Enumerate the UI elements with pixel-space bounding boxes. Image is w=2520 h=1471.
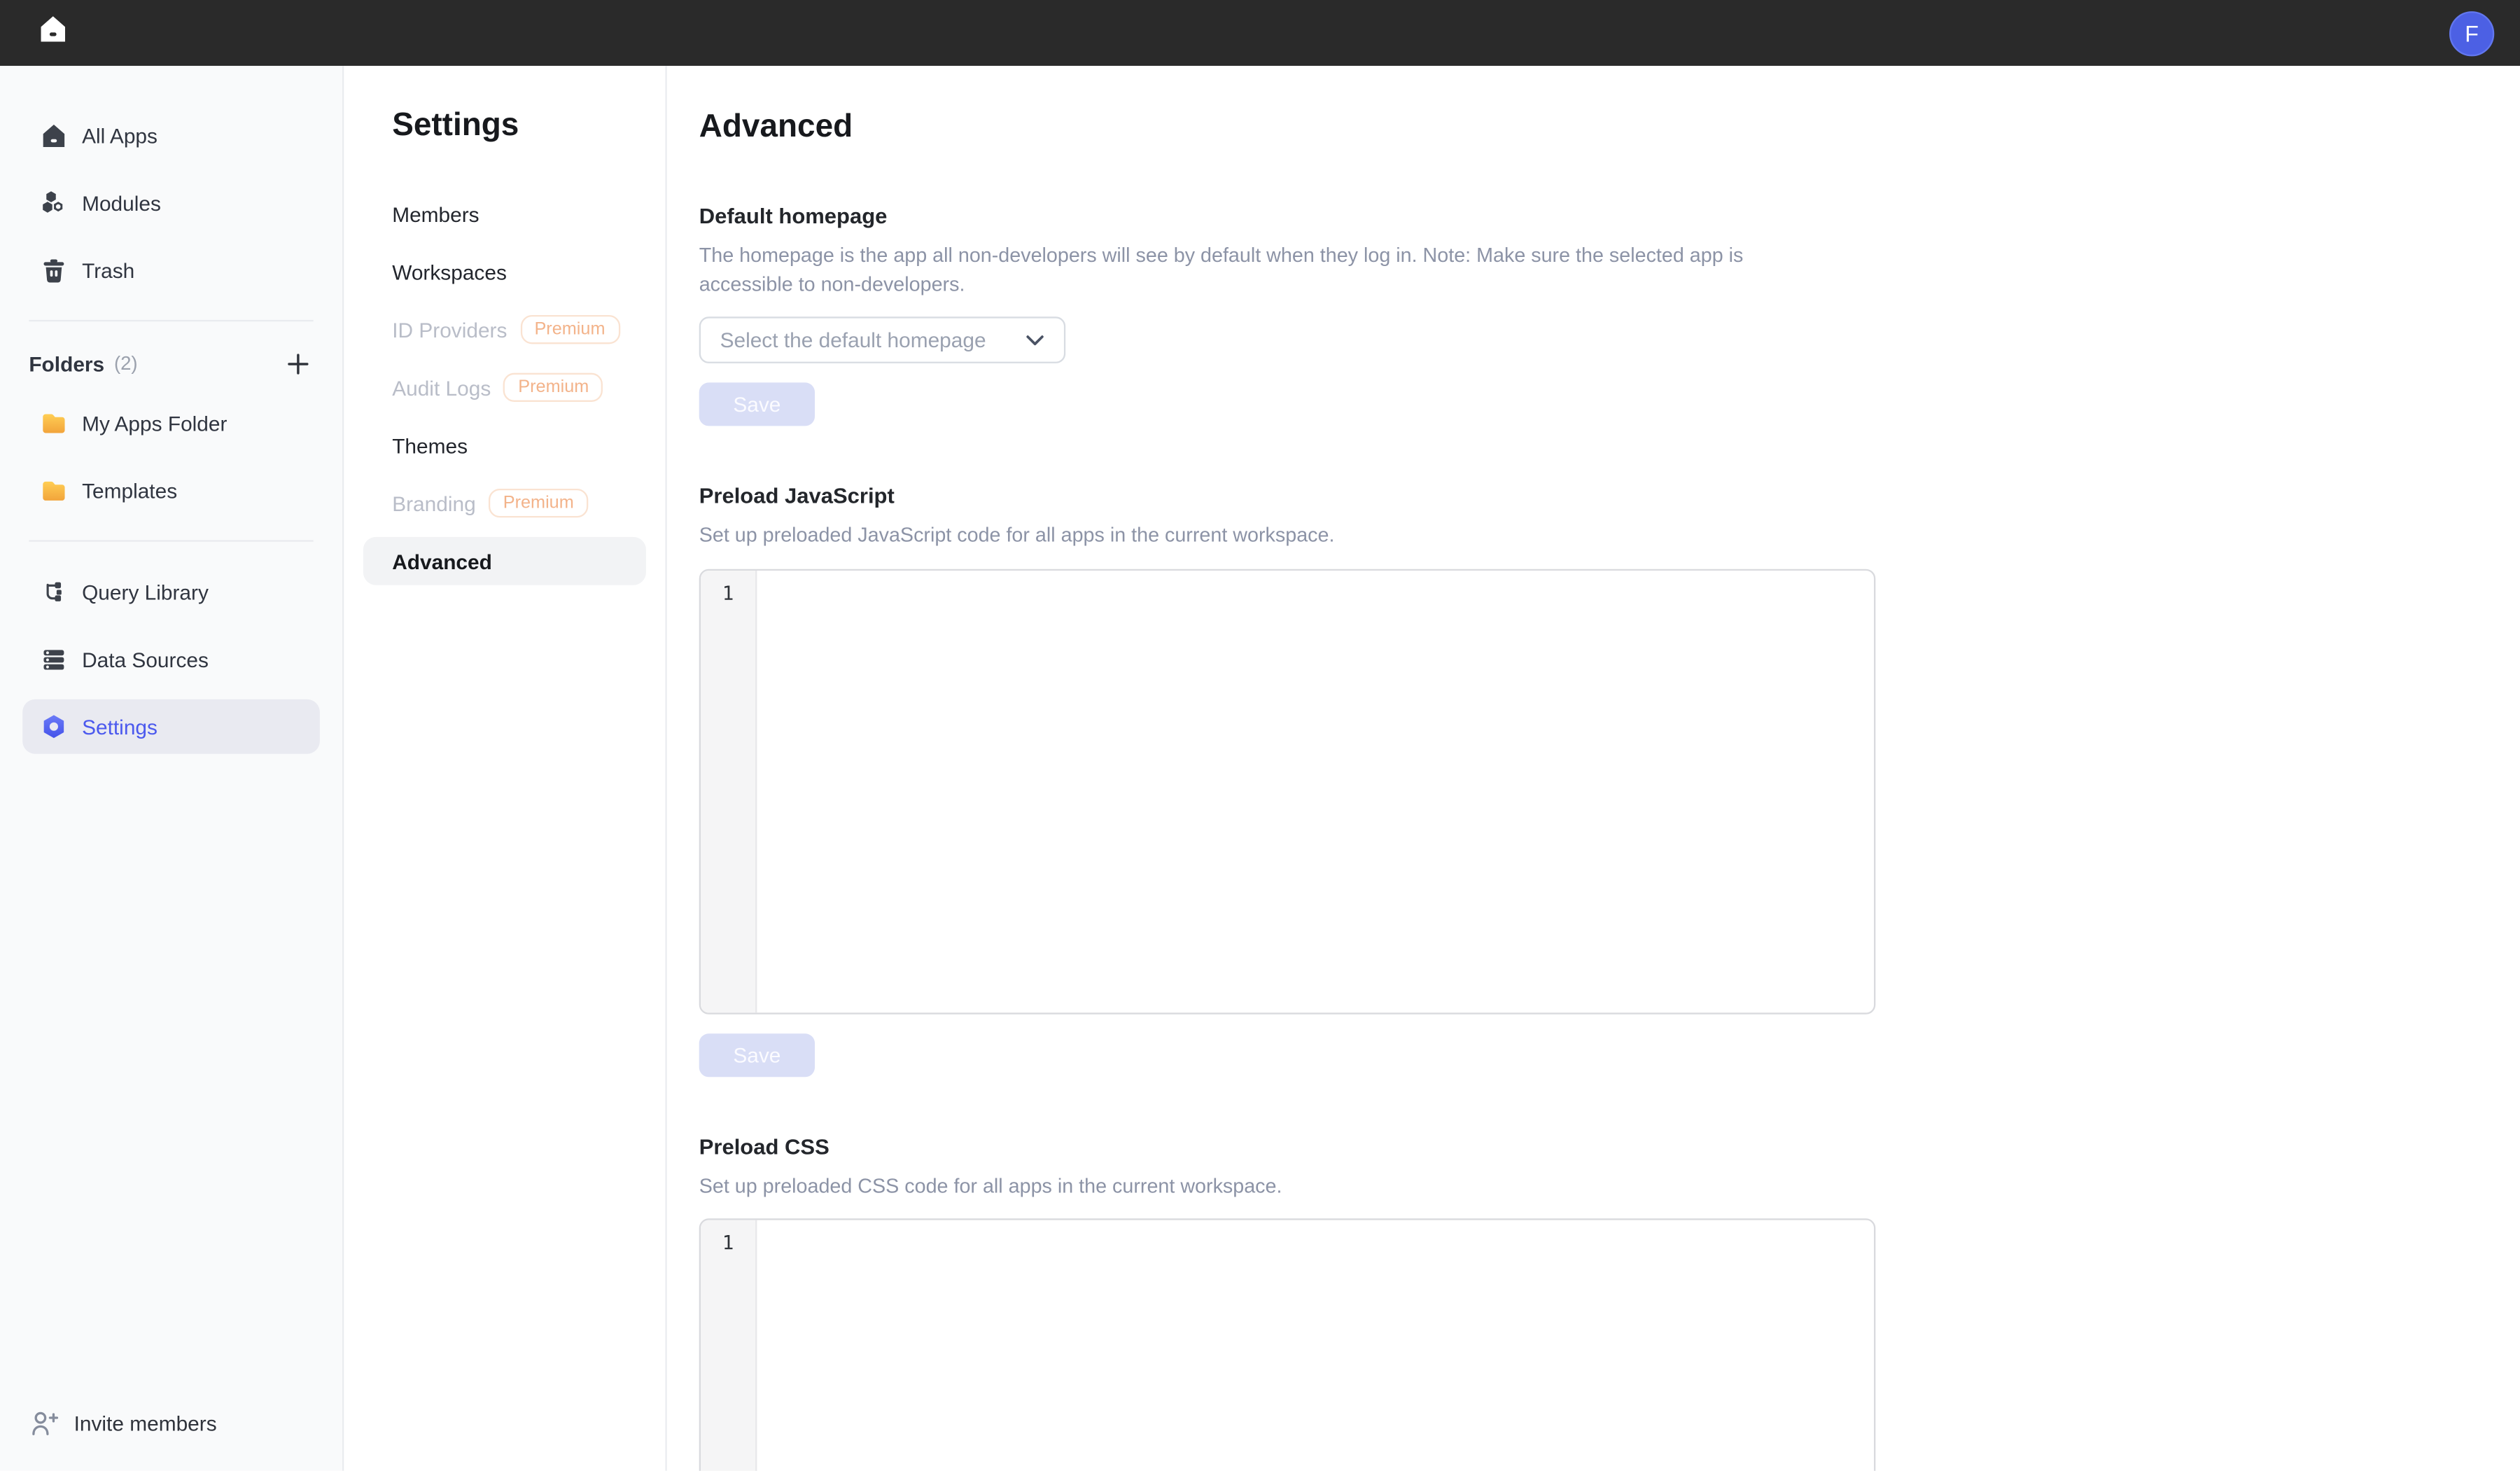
nav-item-label: Themes [392, 433, 468, 457]
line-number-gutter: 1 [701, 1220, 757, 1471]
sidebar-item-query-library[interactable]: Query Library [22, 564, 320, 619]
preload-css-section: Preload CSS Set up preloaded CSS code fo… [699, 1134, 2520, 1471]
sidebar-folder-templates[interactable]: Templates [22, 463, 320, 517]
default-homepage-description: The homepage is the app all non-develope… [699, 243, 1824, 299]
preload-js-description: Set up preloaded JavaScript code for all… [699, 522, 1824, 550]
folders-label: Folders [29, 351, 104, 375]
nav-item-label: Workspaces [392, 260, 507, 284]
sidebar-item-label: My Apps Folder [82, 411, 227, 435]
preload-js-heading: Preload JavaScript [699, 484, 2520, 508]
home-icon [37, 13, 69, 53]
folders-count: (2) [114, 352, 138, 375]
settings-nav-item-members[interactable]: Members [363, 190, 646, 238]
modules-icon [40, 189, 67, 216]
nav-item-label: Advanced [392, 549, 492, 573]
default-homepage-section: Default homepage The homepage is the app… [699, 204, 2520, 426]
main-content: Advanced Default homepage The homepage i… [667, 66, 2520, 1471]
sidebar-item-label: Settings [82, 715, 158, 739]
sidebar-item-label: Data Sources [82, 647, 209, 671]
folder-icon [40, 409, 67, 436]
preload-css-heading: Preload CSS [699, 1134, 2520, 1158]
settings-nav-item-advanced[interactable]: Advanced [363, 537, 646, 585]
preload-css-editor[interactable]: 1 [699, 1218, 1876, 1470]
data-sources-icon [40, 646, 67, 673]
default-homepage-heading: Default homepage [699, 204, 2520, 228]
sidebar-divider [29, 540, 313, 541]
nav-item-label: Branding [392, 491, 475, 515]
preload-js-save-button[interactable]: Save [699, 1033, 815, 1076]
avatar[interactable]: F [2449, 11, 2494, 55]
settings-nav-item-audit-logs[interactable]: Audit Logs Premium [363, 363, 646, 412]
premium-badge: Premium [504, 373, 603, 402]
sidebar-divider [29, 320, 313, 321]
chevron-down-icon [1026, 333, 1045, 346]
invite-members-button[interactable]: Invite members [22, 1398, 320, 1448]
avatar-initial: F [2465, 20, 2479, 46]
settings-nav-item-themes[interactable]: Themes [363, 421, 646, 470]
invite-members-label: Invite members [74, 1411, 217, 1435]
sidebar-item-label: Query Library [82, 580, 209, 604]
preload-js-code-area[interactable] [757, 570, 1874, 1012]
default-homepage-save-button[interactable]: Save [699, 382, 815, 426]
sidebar-item-data-sources[interactable]: Data Sources [22, 632, 320, 686]
line-number: 1 [722, 1232, 734, 1254]
sidebar-item-label: All Apps [82, 123, 158, 147]
preload-css-code-area[interactable] [757, 1220, 1874, 1471]
settings-nav-item-branding[interactable]: Branding Premium [363, 479, 646, 527]
sidebar-item-settings[interactable]: Settings [22, 699, 320, 754]
sidebar-item-trash[interactable]: Trash [22, 243, 320, 298]
trash-icon [40, 256, 67, 284]
query-library-icon [40, 578, 67, 605]
sidebar-folder-my-apps[interactable]: My Apps Folder [22, 396, 320, 450]
preload-js-editor[interactable]: 1 [699, 569, 1876, 1014]
preload-js-section: Preload JavaScript Set up preloaded Java… [699, 484, 2520, 1076]
settings-nav-item-id-providers[interactable]: ID Providers Premium [363, 305, 646, 354]
sidebar-item-modules[interactable]: Modules [22, 175, 320, 230]
add-folder-button[interactable] [281, 347, 314, 379]
nav-item-label: ID Providers [392, 317, 507, 341]
home-icon [40, 121, 67, 148]
sidebar-item-label: Modules [82, 190, 161, 214]
default-homepage-select[interactable]: Select the default homepage [699, 316, 1065, 363]
folders-header: Folders (2) [22, 344, 320, 382]
sidebar-item-all-apps[interactable]: All Apps [22, 108, 320, 162]
page-title: Advanced [699, 109, 2520, 146]
select-placeholder: Select the default homepage [720, 328, 986, 351]
invite-members-icon [29, 1408, 59, 1439]
topbar: F [0, 0, 2520, 66]
sidebar: All Apps Modules [0, 66, 344, 1471]
settings-nav-item-workspaces[interactable]: Workspaces [363, 248, 646, 296]
premium-badge: Premium [520, 315, 620, 344]
line-number: 1 [722, 581, 734, 604]
sidebar-item-label: Templates [82, 478, 177, 502]
settings-nav-title: Settings [392, 108, 646, 145]
app-window: F All Apps Modules [0, 0, 2520, 1471]
nav-item-label: Members [392, 202, 479, 225]
settings-icon [40, 713, 67, 740]
folder-icon [40, 477, 67, 504]
home-button[interactable] [32, 12, 74, 54]
line-number-gutter: 1 [701, 570, 757, 1012]
premium-badge: Premium [489, 489, 588, 517]
nav-item-label: Audit Logs [392, 375, 491, 399]
settings-nav: Settings Members Workspaces ID Providers… [344, 66, 666, 1471]
sidebar-item-label: Trash [82, 258, 134, 281]
preload-css-description: Set up preloaded CSS code for all apps i… [699, 1173, 1824, 1201]
